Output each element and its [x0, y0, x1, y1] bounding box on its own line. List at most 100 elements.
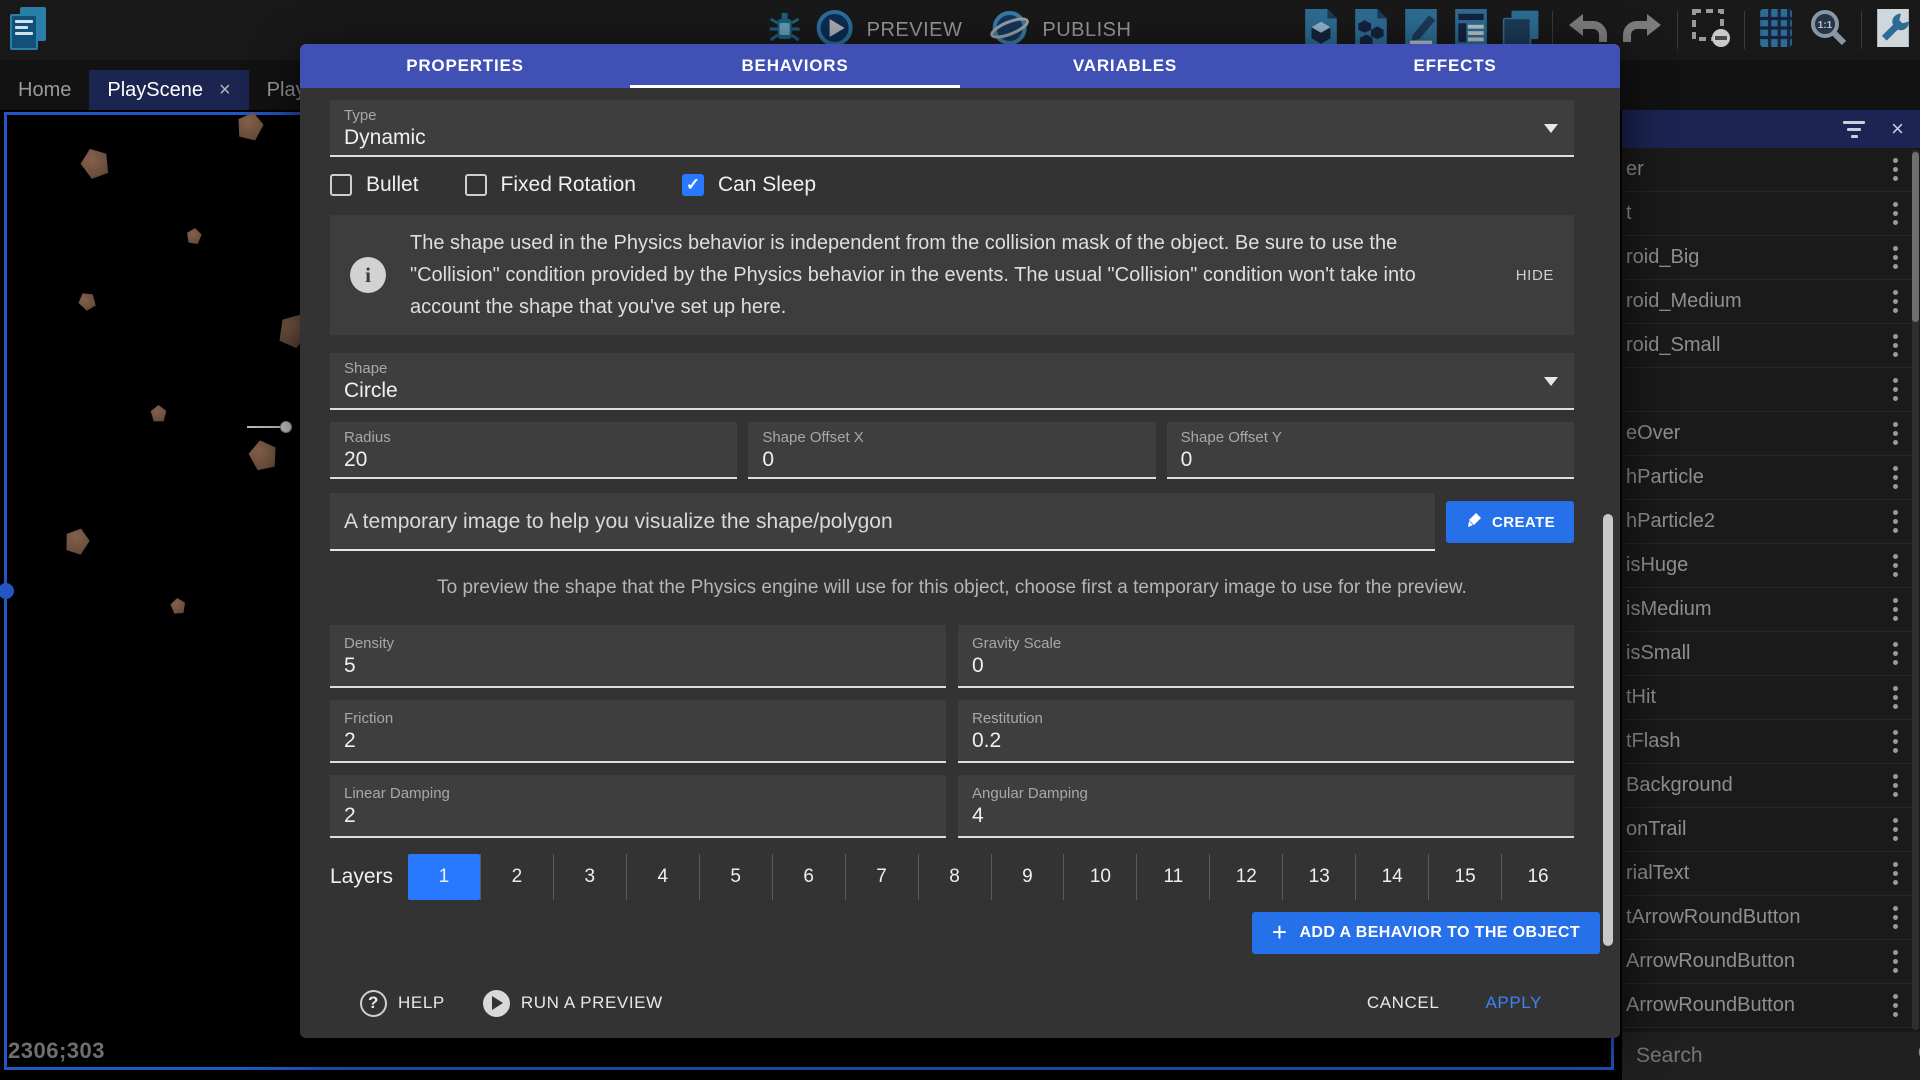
add-behavior-button[interactable]: + ADD A BEHAVIOR TO THE OBJECT	[1252, 912, 1600, 954]
preview-button[interactable]: PREVIEW	[867, 19, 963, 42]
object-list-item[interactable]: t	[1622, 192, 1920, 236]
layer-button-5[interactable]: 5	[699, 854, 772, 900]
zoom-original-icon[interactable]: 1:1	[1807, 7, 1849, 54]
tab-playscene[interactable]: PlayScene ×	[89, 70, 248, 110]
linear-damping-field[interactable]: Linear Damping 2	[330, 775, 946, 838]
redo-icon[interactable]	[1621, 8, 1665, 53]
selection-resize-handle[interactable]	[0, 583, 14, 599]
layer-button-2[interactable]: 2	[480, 854, 553, 900]
layer-button-7[interactable]: 7	[845, 854, 918, 900]
object-menu-icon[interactable]	[1893, 642, 1898, 665]
object-menu-icon[interactable]	[1893, 598, 1898, 621]
object-list-item[interactable]: onTrail	[1622, 808, 1920, 852]
object-menu-icon[interactable]	[1893, 906, 1898, 929]
object-list-item[interactable]: hParticle	[1622, 456, 1920, 500]
tab-variables[interactable]: VARIABLES	[960, 44, 1290, 88]
layer-button-4[interactable]: 4	[626, 854, 699, 900]
layer-button-13[interactable]: 13	[1282, 854, 1355, 900]
object-list-item[interactable]: isSmall	[1622, 632, 1920, 676]
shape-offset-y-field[interactable]: Shape Offset Y 0	[1167, 422, 1574, 479]
checkbox-icon[interactable]: ✓	[330, 174, 352, 196]
object-menu-icon[interactable]	[1893, 818, 1898, 841]
object-menu-icon[interactable]	[1893, 774, 1898, 797]
apply-button[interactable]: APPLY	[1485, 993, 1542, 1013]
type-select[interactable]: Type Dynamic	[330, 100, 1574, 157]
layer-button-12[interactable]: 12	[1209, 854, 1282, 900]
object-list-item[interactable]: eOver	[1622, 412, 1920, 456]
object-list-item[interactable]: roid_Small	[1622, 324, 1920, 368]
object-handle-dot[interactable]	[280, 421, 292, 433]
shape-select[interactable]: Shape Circle	[330, 353, 1574, 410]
layer-button-14[interactable]: 14	[1355, 854, 1428, 900]
object-menu-icon[interactable]	[1893, 686, 1898, 709]
tab-home[interactable]: Home	[0, 70, 89, 110]
object-menu-icon[interactable]	[1893, 862, 1898, 885]
object-list-item[interactable]: hParticle2	[1622, 500, 1920, 544]
help-button[interactable]: ? HELP	[360, 990, 445, 1017]
layer-button-15[interactable]: 15	[1428, 854, 1501, 900]
cancel-button[interactable]: CANCEL	[1367, 993, 1440, 1013]
object-list-item[interactable]: isHuge	[1622, 544, 1920, 588]
clear-mask-icon[interactable]	[1690, 7, 1732, 54]
radius-field[interactable]: Radius 20	[330, 422, 737, 479]
scene-settings-icon[interactable]	[1874, 7, 1912, 54]
checkbox-icon[interactable]: ✓	[682, 174, 704, 196]
restitution-field[interactable]: Restitution 0.2	[958, 700, 1574, 763]
density-field[interactable]: Density 5	[330, 625, 946, 688]
object-list-item[interactable]: tArrowRoundButton	[1622, 896, 1920, 940]
object-list-item[interactable]: ArrowRoundButton	[1622, 984, 1920, 1028]
panel-close-icon[interactable]: ×	[1891, 118, 1904, 140]
bullet-checkbox[interactable]: ✓ Bullet	[330, 173, 419, 197]
run-preview-button[interactable]: RUN A PREVIEW	[483, 990, 663, 1017]
object-menu-icon[interactable]	[1893, 510, 1898, 533]
layer-button-10[interactable]: 10	[1063, 854, 1136, 900]
object-list-item[interactable]: Background	[1622, 764, 1920, 808]
dialog-scrollbar-thumb[interactable]	[1603, 514, 1613, 946]
object-list-item[interactable]: isMedium	[1622, 588, 1920, 632]
object-menu-icon[interactable]	[1893, 730, 1898, 753]
tab-behaviors[interactable]: BEHAVIORS	[630, 44, 960, 88]
objects-panel-scrollbar[interactable]	[1912, 150, 1919, 1030]
tab-effects[interactable]: EFFECTS	[1290, 44, 1620, 88]
object-list-item[interactable]: tHit	[1622, 676, 1920, 720]
objects-panel-scrollbar-thumb[interactable]	[1912, 152, 1919, 322]
create-button[interactable]: CREATE	[1446, 501, 1574, 543]
object-menu-icon[interactable]	[1893, 950, 1898, 973]
object-menu-icon[interactable]	[1893, 202, 1898, 225]
gravity-scale-field[interactable]: Gravity Scale 0	[958, 625, 1574, 688]
object-list-item[interactable]: roid_Medium	[1622, 280, 1920, 324]
shape-offset-x-field[interactable]: Shape Offset X 0	[748, 422, 1155, 479]
object-list-item[interactable]: rialText	[1622, 852, 1920, 896]
search-input[interactable]	[1636, 1044, 1907, 1068]
project-manager-icon[interactable]	[10, 7, 50, 53]
friction-field[interactable]: Friction 2	[330, 700, 946, 763]
object-list-item[interactable]	[1622, 368, 1920, 412]
object-list-item[interactable]: roid_Big	[1622, 236, 1920, 280]
object-menu-icon[interactable]	[1893, 290, 1898, 313]
grid-icon[interactable]	[1757, 7, 1795, 54]
layer-button-6[interactable]: 6	[772, 854, 845, 900]
object-menu-icon[interactable]	[1893, 554, 1898, 577]
object-menu-icon[interactable]	[1893, 994, 1898, 1017]
layer-button-8[interactable]: 8	[918, 854, 991, 900]
object-menu-icon[interactable]	[1893, 466, 1898, 489]
angular-damping-field[interactable]: Angular Damping 4	[958, 775, 1574, 838]
object-menu-icon[interactable]	[1893, 246, 1898, 269]
object-menu-icon[interactable]	[1893, 422, 1898, 445]
tab-close-icon[interactable]: ×	[219, 79, 231, 102]
object-menu-icon[interactable]	[1893, 158, 1898, 181]
tab-properties[interactable]: PROPERTIES	[300, 44, 630, 88]
fixed-rotation-checkbox[interactable]: ✓ Fixed Rotation	[465, 173, 636, 197]
object-list-item[interactable]: ArrowRoundButton	[1622, 940, 1920, 984]
object-list-item[interactable]: tFlash	[1622, 720, 1920, 764]
hide-button[interactable]: HIDE	[1516, 267, 1554, 284]
filter-icon[interactable]	[1843, 121, 1865, 138]
checkbox-icon[interactable]: ✓	[465, 174, 487, 196]
layer-button-11[interactable]: 11	[1136, 854, 1209, 900]
object-menu-icon[interactable]	[1893, 334, 1898, 357]
object-list-item[interactable]: er	[1622, 148, 1920, 192]
layer-button-16[interactable]: 16	[1501, 854, 1574, 900]
publish-button[interactable]: PUBLISH	[1042, 19, 1131, 42]
can-sleep-checkbox[interactable]: ✓ Can Sleep	[682, 173, 816, 197]
layer-button-1[interactable]: 1	[408, 854, 480, 900]
